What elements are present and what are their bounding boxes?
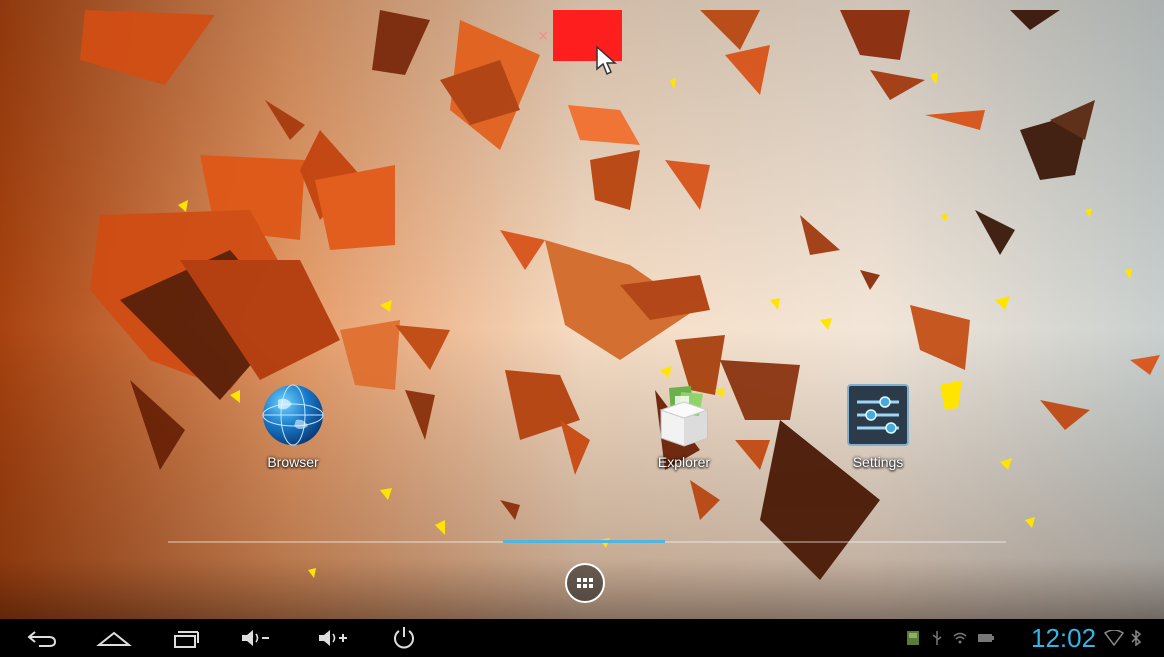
app-settings[interactable]: Settings xyxy=(833,380,923,470)
app-label-browser: Browser xyxy=(267,454,319,470)
wallpaper xyxy=(0,0,1164,657)
status-clock: 12:02 xyxy=(1031,623,1097,653)
app-explorer[interactable]: Explorer xyxy=(639,380,729,470)
grid-icon xyxy=(577,578,593,588)
sd-card-icon xyxy=(903,619,923,657)
app-label-settings: Settings xyxy=(852,454,904,470)
remove-x-icon: × xyxy=(538,26,549,46)
battery-icon xyxy=(975,619,997,657)
power-icon xyxy=(394,627,414,649)
page-indicator-active xyxy=(503,540,665,543)
navigation-bar: 12:02 xyxy=(0,619,1164,657)
back-arrow-icon xyxy=(27,631,57,647)
app-browser[interactable]: Browser xyxy=(248,380,338,470)
back-button[interactable] xyxy=(17,619,67,657)
recent-apps-icon xyxy=(174,631,199,648)
wifi-icon xyxy=(951,619,969,657)
volume-down-button[interactable] xyxy=(230,619,280,657)
home-icon xyxy=(96,631,132,646)
page-indicator xyxy=(168,540,1006,543)
recent-apps-button[interactable] xyxy=(160,619,210,657)
power-button[interactable] xyxy=(379,619,429,657)
volume-up-icon xyxy=(319,630,347,646)
box-icon xyxy=(649,380,719,450)
all-apps-button[interactable] xyxy=(565,563,605,603)
wifi-signal-icon xyxy=(1103,619,1125,657)
app-label-explorer: Explorer xyxy=(657,454,711,470)
android-home-screen: × Browser Explorer Settings 12:02 xyxy=(0,0,1164,657)
usb-icon xyxy=(928,619,946,657)
sliders-icon xyxy=(843,380,913,450)
home-button[interactable] xyxy=(89,619,139,657)
cursor-icon xyxy=(596,45,617,76)
globe-icon xyxy=(258,380,328,450)
volume-down-icon xyxy=(242,630,269,646)
volume-up-button[interactable] xyxy=(308,619,358,657)
bluetooth-icon xyxy=(1128,619,1144,657)
